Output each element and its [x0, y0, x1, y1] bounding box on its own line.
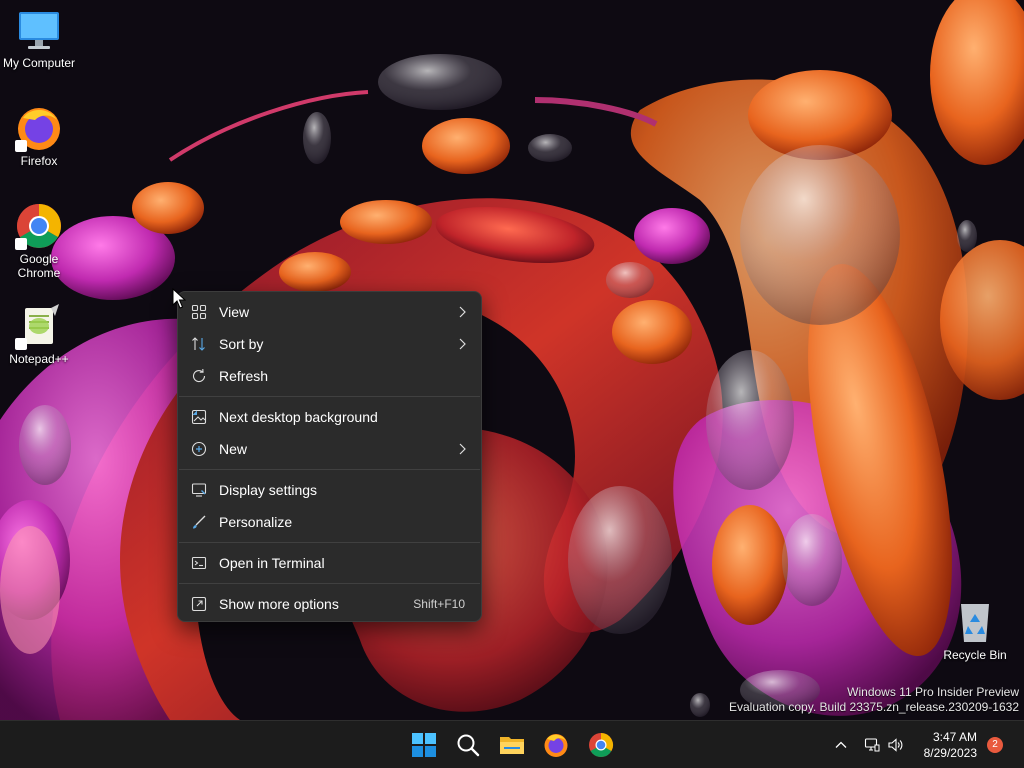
desktop-icon-label: My Computer: [2, 56, 76, 70]
desktop-icon-label: Recycle Bin: [943, 648, 1007, 662]
shortcut-arrow-icon: [15, 238, 27, 250]
watermark-build: Evaluation copy. Build 23375.zn_release.…: [729, 700, 1019, 714]
shortcut-arrow-icon: [15, 140, 27, 152]
background-icon: [191, 409, 207, 425]
chrome-icon[interactable]: [588, 732, 614, 758]
network-icon[interactable]: [864, 737, 880, 753]
desktop-icon-my-computer[interactable]: My Computer: [0, 6, 78, 70]
menu-item-sort-by[interactable]: Sort by: [178, 328, 481, 360]
recycle-bin-icon: [951, 598, 999, 646]
menu-item-label: Display settings: [219, 482, 318, 498]
menu-item-label: Next desktop background: [219, 409, 378, 425]
menu-item-label: Show more options: [219, 596, 339, 612]
plus-circle-icon: [191, 441, 207, 457]
desktop-icon-notepad-plus-plus[interactable]: Notepad++: [0, 302, 78, 366]
brush-icon: [193, 515, 206, 529]
refresh-icon: [192, 368, 206, 383]
taskbar: 3:47 AM 8/29/2023 2: [0, 720, 1024, 768]
menu-item-label: View: [219, 304, 250, 320]
chevron-right-icon: [459, 443, 466, 455]
clock-date: 8/29/2023: [923, 746, 977, 760]
desktop-icon-label: Google Chrome: [17, 252, 61, 280]
mouse-cursor-icon: [172, 288, 186, 309]
more-options-icon: [191, 596, 207, 612]
display-icon: [191, 483, 207, 497]
menu-item-display-settings[interactable]: Display settings: [178, 474, 481, 506]
clock-time: 3:47 AM: [932, 730, 977, 744]
wallpaper-image: [0, 0, 1024, 720]
menu-item-label: New: [219, 441, 248, 457]
notepad-plus-plus-icon: [15, 302, 63, 350]
menu-separator: [179, 542, 480, 543]
menu-separator: [179, 583, 480, 584]
sort-icon: [192, 337, 205, 351]
menu-item-label: Refresh: [219, 368, 269, 384]
file-explorer-icon[interactable]: [499, 732, 525, 758]
chevron-right-icon: [459, 306, 466, 318]
menu-item-label: Sort by: [219, 336, 264, 352]
menu-item-show-more-options[interactable]: Show more options Shift+F10: [178, 588, 481, 620]
start-icon[interactable]: [411, 732, 437, 758]
menu-separator: [179, 396, 480, 397]
menu-item-view[interactable]: View: [178, 296, 481, 328]
firefox-icon: [15, 104, 63, 152]
monitor-icon: [15, 6, 63, 54]
chevron-up-icon[interactable]: [833, 737, 849, 753]
keyboard-shortcut: Shift+F10: [413, 597, 465, 611]
volume-icon[interactable]: [887, 737, 903, 753]
menu-item-refresh[interactable]: Refresh: [178, 360, 481, 392]
chevron-right-icon: [459, 338, 466, 350]
desktop-icon-label: Notepad++: [9, 352, 69, 366]
firefox-icon[interactable]: [543, 732, 569, 758]
evaluation-watermark: Windows 11 Pro Insider Preview Evaluatio…: [729, 685, 1019, 715]
desktop[interactable]: My Computer Firefox Google Chrome Notepa…: [0, 0, 1024, 768]
notification-badge[interactable]: 2: [987, 737, 1003, 753]
desktop-icon-firefox[interactable]: Firefox: [0, 104, 78, 168]
clock[interactable]: 3:47 AM 8/29/2023: [924, 729, 977, 761]
menu-item-label: Personalize: [219, 514, 293, 530]
menu-item-open-in-terminal[interactable]: Open in Terminal: [178, 547, 481, 579]
chrome-icon: [15, 202, 63, 250]
terminal-icon: [191, 556, 207, 570]
desktop-context-menu: View Sort by Refresh Next desktop backgr…: [177, 291, 482, 622]
grid-icon: [191, 304, 207, 320]
desktop-icon-label: Firefox: [20, 154, 58, 168]
shortcut-arrow-icon: [15, 338, 27, 350]
menu-separator: [179, 469, 480, 470]
search-icon[interactable]: [455, 732, 481, 758]
menu-item-new[interactable]: New: [178, 433, 481, 465]
menu-item-personalize[interactable]: Personalize: [178, 506, 481, 538]
desktop-icon-recycle-bin[interactable]: Recycle Bin: [936, 598, 1014, 662]
menu-item-label: Open in Terminal: [219, 555, 325, 571]
menu-item-next-desktop-background[interactable]: Next desktop background: [178, 401, 481, 433]
watermark-edition: Windows 11 Pro Insider Preview: [847, 685, 1019, 699]
desktop-icon-chrome[interactable]: Google Chrome: [0, 202, 78, 280]
